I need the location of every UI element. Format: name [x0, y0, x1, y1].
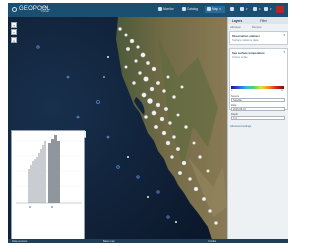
nav-item-home[interactable] [230, 7, 235, 12]
status-sources[interactable]: Data sources [12, 240, 27, 243]
tab-layers[interactable]: Layers [232, 19, 242, 23]
side-panel: Layers Filter Add layer Remove Observati… [227, 17, 288, 239]
home-icon [230, 7, 234, 12]
date-field[interactable]: 2016-05-01 [231, 107, 285, 111]
monitor-icon [158, 7, 162, 12]
catalog-icon [182, 7, 186, 12]
app-logo[interactable]: GEOPOOL [12, 6, 50, 14]
logo-subtitle: Data Portal [41, 5, 49, 13]
top-bar: GEOPOOL Data Portal Monitor Catalog Map▾… [8, 3, 288, 17]
logo-icon [12, 7, 17, 12]
nav-item-catalog[interactable]: Catalog [182, 7, 198, 12]
help-icon [240, 7, 244, 12]
zoom-out-button[interactable]: − [11, 29, 17, 35]
layer-title: Observation stations [232, 33, 260, 38]
gear-icon [264, 7, 268, 12]
status-basemap[interactable]: Base map [103, 240, 115, 243]
user-icon [253, 7, 257, 12]
layer-subtitle: Surface stations data [232, 38, 259, 42]
panel-tabs: Layers Filter [228, 17, 288, 24]
nav-item-monitor[interactable]: Monitor [158, 7, 174, 12]
chevron-down-icon: ▾ [219, 7, 221, 11]
language-flag-icon[interactable] [276, 6, 284, 13]
station-panel: Station search ⌕ Station ID Monterey Bay… [11, 130, 86, 243]
remove-layer-link[interactable]: Remove [252, 26, 262, 29]
source-select[interactable]: Satellite [231, 98, 285, 102]
status-credits[interactable]: Credits [208, 240, 216, 243]
legend-max: 30 [281, 90, 284, 92]
chevron-down-icon[interactable]: ▾ [283, 33, 285, 37]
layer-title: Sea surface temperature [232, 50, 265, 55]
histogram-chart [12, 131, 84, 215]
depth-select[interactable]: 0 m [231, 116, 285, 120]
nav-item-help[interactable]: ▾ [240, 7, 248, 12]
advanced-settings-link[interactable]: Advanced settings [230, 125, 251, 128]
layer-card-stations[interactable]: Observation stations ▾ Surface stations … [229, 31, 288, 45]
map-view[interactable]: + − ⌂ Station search ⌕ Station ID Monter… [8, 17, 227, 243]
tab-filter[interactable]: Filter [260, 19, 267, 23]
map-icon [207, 7, 211, 12]
status-bar: Data sources Base map Credits [8, 239, 288, 243]
legend-min: 0 [231, 90, 233, 92]
chevron-down-icon[interactable]: ▾ [283, 50, 285, 54]
layer-subtitle: Colour scale [232, 55, 248, 59]
add-layer-link[interactable]: Add layer [230, 26, 241, 29]
nav-item-map[interactable]: Map▾ [207, 7, 221, 12]
zoom-in-button[interactable]: + [11, 22, 17, 28]
colour-scale-legend [231, 86, 284, 89]
home-button[interactable]: ⌂ [11, 37, 17, 43]
nav-item-user[interactable]: ▾ [253, 7, 261, 12]
nav-item-settings[interactable]: ▾ [264, 7, 272, 12]
app-window: GEOPOOL Data Portal Monitor Catalog Map▾… [8, 3, 288, 243]
